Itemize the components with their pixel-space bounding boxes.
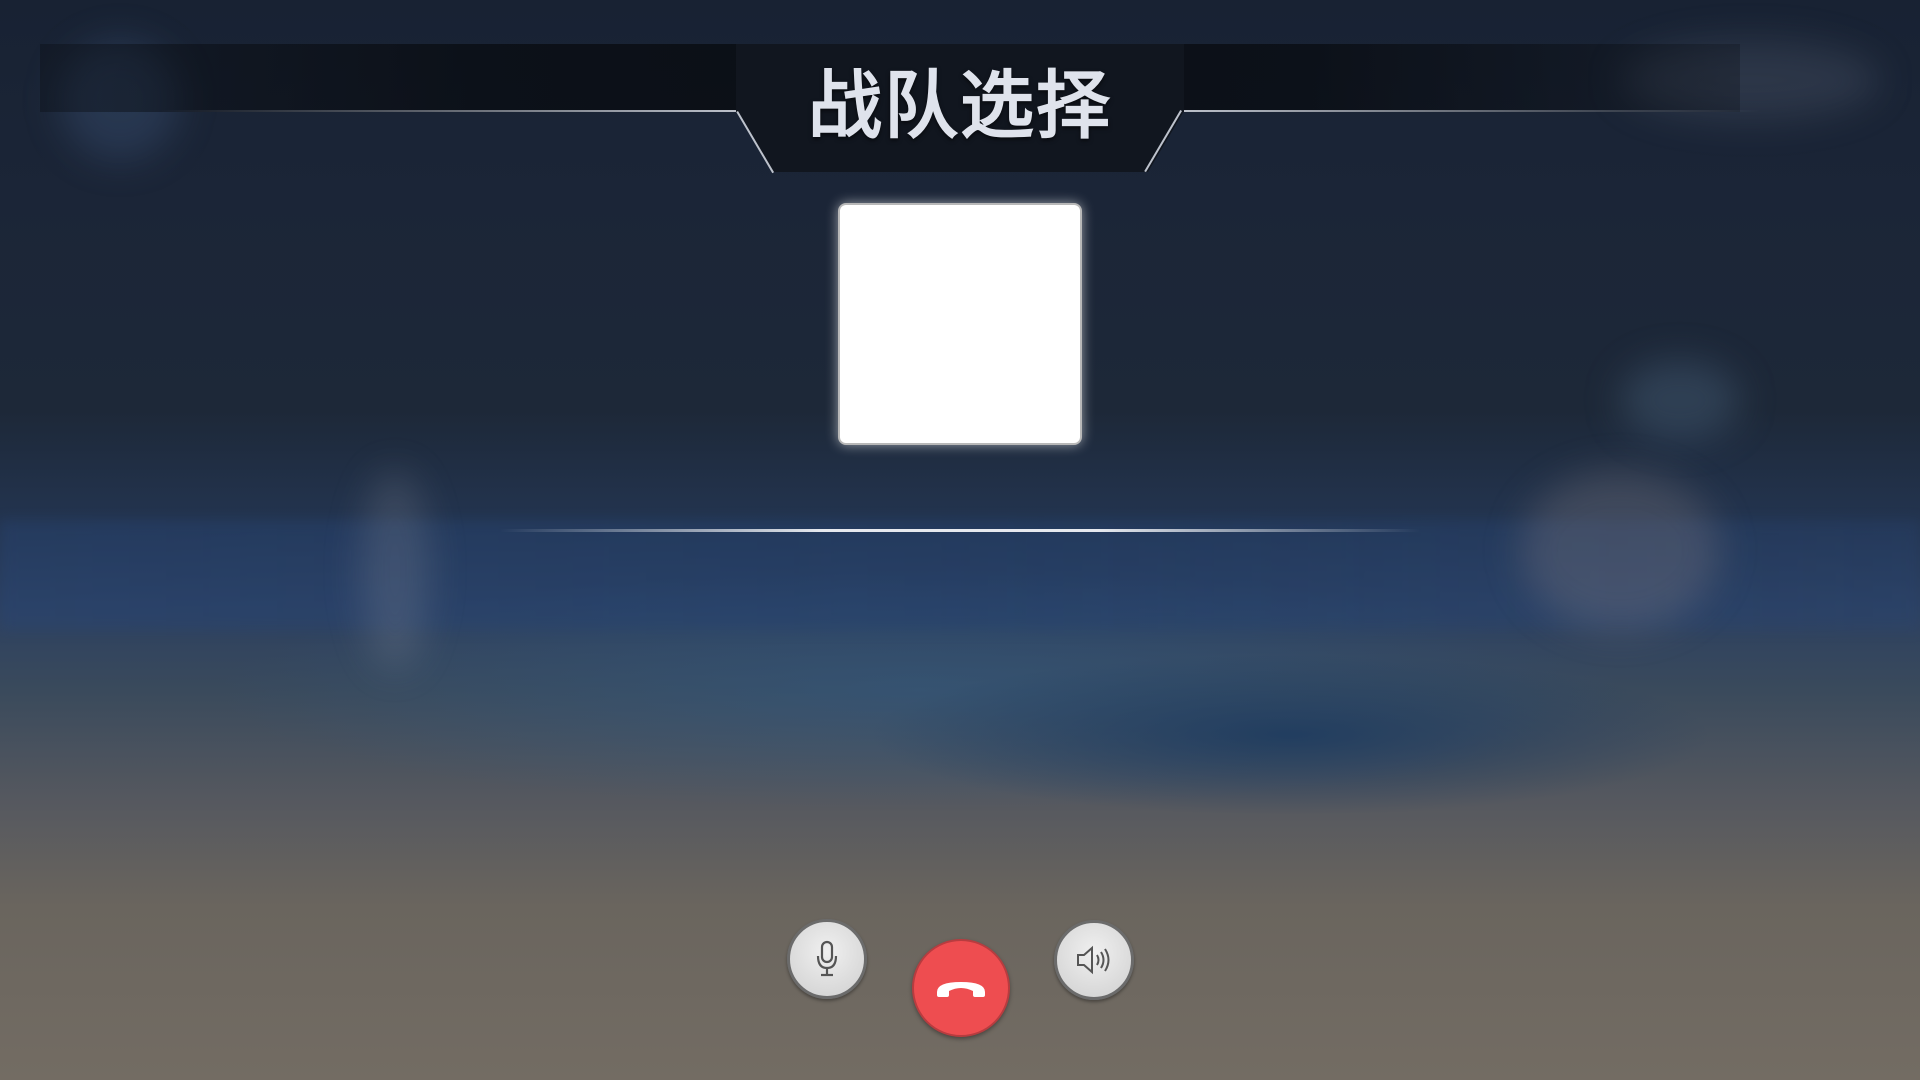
background-blur-shape (1520, 470, 1720, 630)
microphone-button[interactable] (787, 919, 867, 999)
speaker-icon (1077, 945, 1110, 975)
page-title: 战队选择 (808, 63, 1112, 149)
speaker-button[interactable] (1054, 920, 1134, 1000)
phone-hangup-icon (937, 982, 985, 997)
background-blur-shape (360, 470, 430, 670)
header-line-right (1180, 110, 1760, 112)
hangup-button[interactable] (912, 939, 1010, 1037)
divider (500, 529, 1420, 532)
avatar[interactable] (838, 203, 1082, 445)
background-blur-shape (1620, 360, 1740, 440)
header-line-left (160, 110, 740, 112)
microphone-icon (816, 940, 838, 977)
team-select-screen: 战队选择 (0, 0, 1920, 1080)
